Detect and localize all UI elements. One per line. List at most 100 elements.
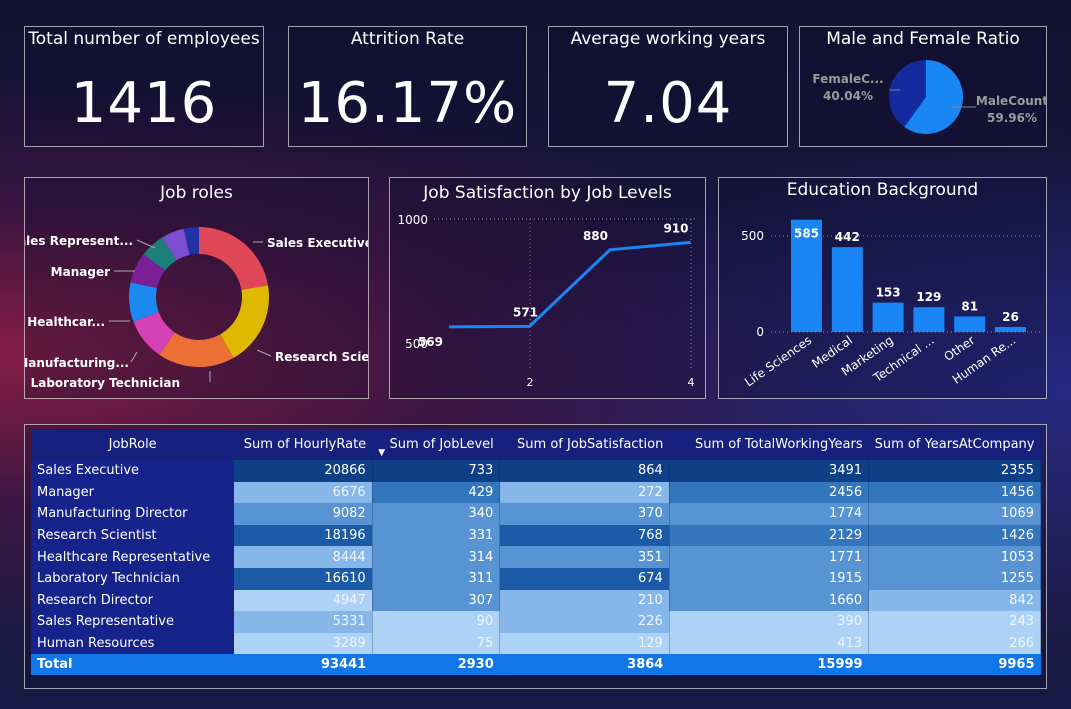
column-header-jobrole[interactable]: JobRole <box>31 429 235 460</box>
kpi-value: 1416 <box>70 71 218 136</box>
male-pct: 59.96% <box>987 111 1037 125</box>
y-tick-label: 500 <box>741 229 764 243</box>
table-cell: 266 <box>868 632 1041 655</box>
job-satisfaction-line-chart: 1000 500 2 4 569571880910 <box>397 213 695 389</box>
kpi-value: 16.17% <box>297 71 518 136</box>
table-cell: 75 <box>372 632 501 655</box>
table-cell: 674 <box>499 567 670 590</box>
leader-line <box>130 351 138 363</box>
table-cell: 9082 <box>234 503 373 525</box>
table-cell: 1915 <box>669 567 870 590</box>
education-bar[interactable] <box>995 327 1026 332</box>
donut-label: Research Scie... <box>275 350 368 364</box>
table-row[interactable]: Manufacturing Director 9082 340 370 1774 1069 <box>31 503 1041 525</box>
donut-label: Healthcar... <box>27 315 105 329</box>
education-card: Education Background 500 0 585 Life Scien… <box>718 177 1047 399</box>
leader-line <box>256 349 272 357</box>
education-bar-chart: 500 0 585Life Sciences442Medical153Marke… <box>741 219 1041 389</box>
table-cell: 733 <box>372 460 501 482</box>
job-satisfaction-card: Job Satisfaction by Job Levels 1000 500 … <box>389 177 706 399</box>
bar-value-label: 442 <box>835 230 860 244</box>
education-bar[interactable] <box>872 302 904 332</box>
table-cell: 429 <box>372 481 501 504</box>
table-row[interactable]: Laboratory Technician 16610 311 674 1915 1255 <box>31 567 1041 590</box>
table-cell: 864 <box>499 460 670 482</box>
education-bar[interactable] <box>831 247 863 332</box>
total-cell: 93441 <box>234 654 373 676</box>
column-header-job-level[interactable]: Sum of JobLevel ▼ <box>372 429 500 460</box>
column-header-hourly-rate[interactable]: Sum of HourlyRate <box>234 429 373 460</box>
satisfaction-line[interactable] <box>448 240 691 329</box>
column-header-total-working-years[interactable]: Sum of TotalWorkingYears <box>669 429 869 460</box>
male-label: MaleCount <box>976 94 1046 108</box>
data-label: 880 <box>583 229 608 243</box>
table-cell: 3289 <box>234 632 373 655</box>
table-cell: 842 <box>868 589 1041 612</box>
table-cell: 1053 <box>868 546 1041 568</box>
table-total-row: Total 93441 2930 3864 15999 9965 <box>31 654 1041 676</box>
total-cell: 15999 <box>669 654 869 676</box>
row-jobrole: Research Director <box>31 589 235 612</box>
table-cell: 6676 <box>234 481 373 504</box>
y-tick-label: 0 <box>756 325 764 339</box>
column-header-years-at-company[interactable]: Sum of YearsAtCompany <box>868 429 1041 460</box>
total-cell: 9965 <box>868 654 1041 676</box>
female-pct: 40.04% <box>823 89 873 103</box>
table-cell: 5331 <box>234 611 373 633</box>
row-jobrole: Sales Representative <box>31 611 235 633</box>
table-row[interactable]: Research Director 4947 307 210 1660 842 <box>31 589 1041 612</box>
table-row[interactable]: Research Scientist 18196 331 768 2129 1426 <box>31 524 1041 547</box>
job-roles-card: Job roles Sales ExecutiveResearch Scie..… <box>24 177 369 399</box>
donut-slice[interactable] <box>199 227 269 290</box>
table-row[interactable]: Healthcare Representative 8444 314 351 1771 1… <box>31 546 1041 568</box>
bar-value-label: 585 <box>794 227 819 241</box>
table-cell: 1771 <box>669 546 870 568</box>
table-cell: 307 <box>372 589 501 612</box>
donut-label: Laboratory Technician <box>31 376 180 390</box>
row-jobrole: Human Resources <box>31 632 235 655</box>
donut-label: Manufacturing... <box>25 356 129 370</box>
table-cell: 90 <box>372 611 501 633</box>
kpi-value: 7.04 <box>603 71 733 136</box>
data-label: 571 <box>513 305 538 319</box>
column-header-job-satisfaction[interactable]: Sum of JobSatisfaction <box>499 429 670 460</box>
table-row[interactable]: Sales Representative 5331 90 226 390 243 <box>31 611 1041 633</box>
education-bar[interactable] <box>954 316 986 332</box>
table-cell: 331 <box>372 524 501 547</box>
table-cell: 1660 <box>669 589 870 612</box>
education-bar[interactable] <box>913 307 945 332</box>
x-category-label: Life Sciences <box>742 333 814 389</box>
table-row[interactable]: Human Resources 3289 75 129 413 266 <box>31 632 1041 655</box>
table-cell: 129 <box>499 632 670 655</box>
table-cell: 370 <box>499 503 670 525</box>
table-cell: 272 <box>499 481 670 504</box>
table-row[interactable]: Sales Executive 20866 733 864 3491 2355 <box>31 460 1041 482</box>
total-cell: 2930 <box>372 654 500 676</box>
kpi-card-working-years: Average working years 7.04 <box>548 26 788 147</box>
table-cell: 243 <box>868 611 1041 633</box>
job-role-table: JobRole Sum of HourlyRate Sum of JobLeve… <box>31 429 1041 676</box>
bar-value-label: 81 <box>961 299 978 313</box>
table-cell: 16610 <box>234 567 373 590</box>
table-cell: 210 <box>499 589 670 612</box>
table-cell: 1069 <box>868 503 1041 525</box>
donut-slice[interactable] <box>220 285 269 358</box>
table-header-row: JobRole Sum of HourlyRate Sum of JobLeve… <box>31 429 1041 460</box>
table-cell: 4947 <box>234 589 373 612</box>
gender-ratio-card: Male and Female Ratio FemaleC... 40.04% … <box>799 26 1047 147</box>
kpi-card-employees: Total number of employees 1416 <box>24 26 264 147</box>
x-tick-label: 4 <box>688 376 695 389</box>
kpi-title: Total number of employees <box>28 29 260 49</box>
table-cell: 413 <box>669 632 870 655</box>
job-role-table-card: JobRole Sum of HourlyRate Sum of JobLeve… <box>24 424 1047 689</box>
donut-label: Manager <box>51 265 110 279</box>
table-cell: 311 <box>372 567 501 590</box>
table-cell: 8444 <box>234 546 373 568</box>
bar-value-label: 153 <box>876 286 901 300</box>
data-label: 569 <box>418 335 443 349</box>
row-jobrole: Manager <box>31 481 235 504</box>
bar-value-label: 129 <box>916 290 941 304</box>
table-row[interactable]: Manager 6676 429 272 2456 1456 <box>31 481 1041 504</box>
job-roles-donut-chart: Sales Executive Research Scie... Laborator… <box>25 227 368 390</box>
row-jobrole: Research Scientist <box>31 524 235 547</box>
